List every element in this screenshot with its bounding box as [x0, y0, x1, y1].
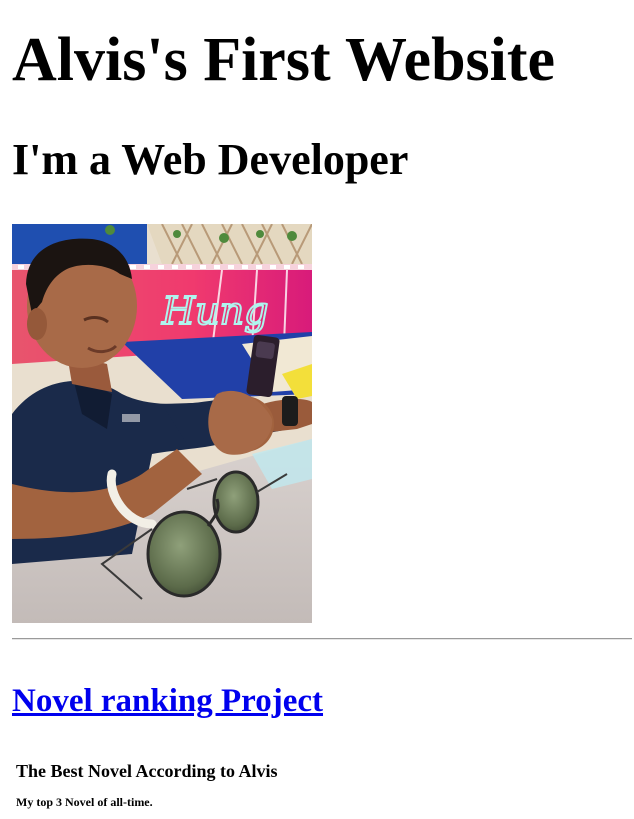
preview-subheading: My top 3 Novel of all-time. [16, 795, 153, 809]
page-subtitle: I'm a Web Developer [12, 135, 409, 184]
profile-photo: Hung [12, 224, 312, 623]
novel-ranking-project-link[interactable]: Novel ranking Project [12, 682, 323, 720]
section-divider [12, 638, 632, 640]
page-title: Alvis's First Website [12, 26, 556, 94]
preview-heading: The Best Novel According to Alvis [16, 761, 278, 781]
wall-sign-text: Hung [161, 289, 268, 333]
